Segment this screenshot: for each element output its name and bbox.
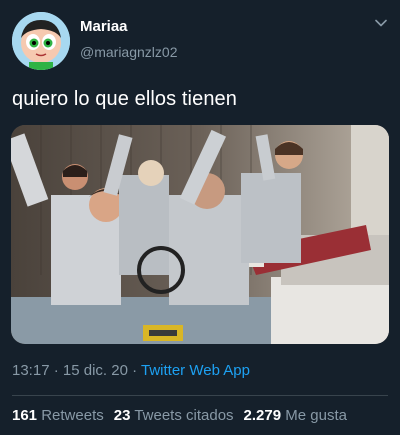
retweets-label: Retweets [41,407,104,424]
tweet-metadata: 13:17 · 15 dic. 20 · Twitter Web App [12,362,250,379]
quotes-stat[interactable]: 23 Tweets citados [114,407,234,424]
retweets-stat[interactable]: 161 Retweets [12,407,104,424]
quotes-count: 23 [113,407,131,424]
retweets-count: 161 [12,407,38,424]
tweet-photo[interactable] [11,125,389,344]
engagement-stats: 161 Retweets 23 Tweets citados 2.279 Me gu… [12,407,347,424]
avatar[interactable] [12,12,70,70]
chevron-down-icon[interactable] [374,16,388,30]
likes-count: 2.279 [243,407,282,424]
tweet-time[interactable]: 13:17 [12,362,50,379]
meta-separator: · [127,362,141,379]
hospital-scene-image [11,125,389,344]
quotes-label: Tweets citados [134,407,234,424]
likes-label: Me gusta [285,407,347,424]
divider [12,395,388,396]
tweet-date[interactable]: 15 dic. 20 [63,362,128,379]
meta-separator: · [49,362,63,379]
tweet-source-link[interactable]: Twitter Web App [141,362,250,379]
likes-stat[interactable]: 2.279 Me gusta [244,407,347,424]
display-name[interactable]: Mariaa [80,18,128,35]
user-handle[interactable]: @mariagnzlz02 [80,44,177,60]
tweet-text: quiero lo que ellos tienen [12,88,237,110]
tweet: Mariaa @mariagnzlz02 quiero lo que ellos… [0,0,400,435]
avatar-image [12,12,70,70]
